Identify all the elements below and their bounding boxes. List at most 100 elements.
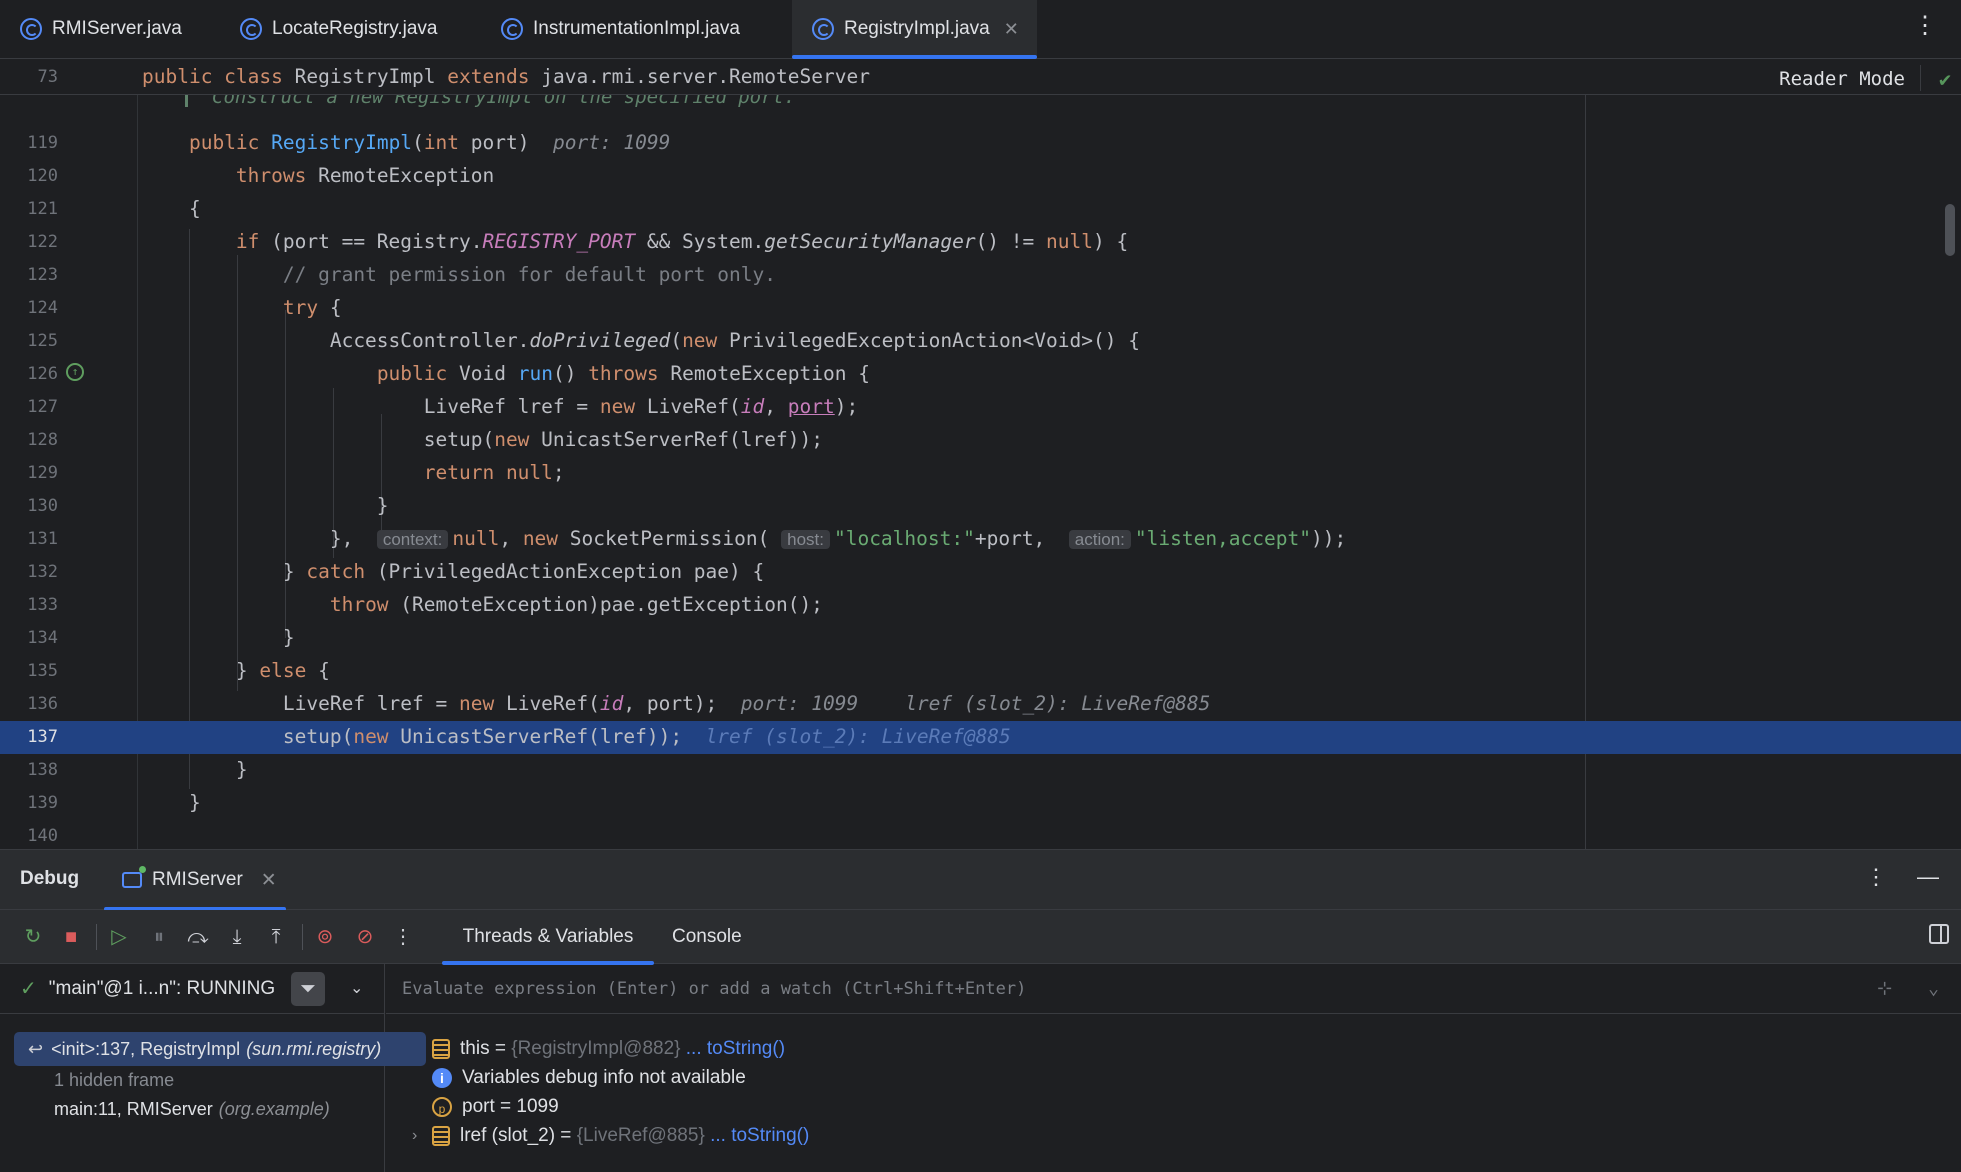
line-number: 123 <box>27 265 58 285</box>
line-number: 126 <box>27 364 58 384</box>
java-class-icon <box>501 18 523 40</box>
eval-actions: ⊹ ⌄ <box>1877 978 1939 999</box>
line-number: 121 <box>27 199 58 219</box>
debug-session-tab[interactable]: RMIServer ✕ <box>104 850 286 911</box>
divider <box>1920 65 1921 91</box>
java-class-icon <box>240 18 262 40</box>
chevron-right-icon[interactable]: › <box>412 1127 417 1145</box>
overrides-method-icon[interactable]: ↑ <box>66 363 84 381</box>
code-line[interactable]: 140 <box>0 820 1961 849</box>
javadoc-comment: Construct a new RegistryImpl on the spec… <box>185 95 795 107</box>
tab-instrumentationimpl[interactable]: InstrumentationImpl.java <box>475 0 791 58</box>
layout-icon[interactable] <box>1929 924 1949 944</box>
chevron-down-icon[interactable]: ⌄ <box>350 978 363 998</box>
code-text: try { <box>282 296 342 319</box>
code-text: AccessController.doPrivileged(new Privil… <box>142 329 1140 352</box>
frame-method: main:11, RMIServer <box>54 1098 213 1119</box>
inspection-ok-icon[interactable]: ✔ <box>1939 67 1951 91</box>
code-line[interactable]: 135 } else { <box>0 655 1961 688</box>
field-icon <box>432 1126 450 1146</box>
code-line[interactable]: 139 } <box>0 787 1961 820</box>
parameter-icon: p <box>432 1097 452 1117</box>
thread-selector[interactable]: ✓ "main"@1 i...n": RUNNING ⏷ ⌄ <box>0 964 385 1014</box>
evaluate-expression-input[interactable]: Evaluate expression (Enter) or add a wat… <box>386 964 1961 1014</box>
frames-panel: ✓ "main"@1 i...n": RUNNING ⏷ ⌄ ↩ <init>:… <box>0 964 426 1172</box>
code-line[interactable]: 126 ↑ public Void run() throws RemoteExc… <box>0 358 1961 391</box>
code-line[interactable]: 119 public RegistryImpl(int port) port: … <box>0 127 1961 160</box>
code-line[interactable]: 121 { <box>0 193 1961 226</box>
rerun-icon[interactable]: ↻ <box>20 924 46 950</box>
minimize-icon[interactable]: — <box>1917 864 1939 890</box>
add-watch-icon[interactable]: ⊹ <box>1877 978 1892 999</box>
close-icon[interactable]: ✕ <box>1004 19 1019 40</box>
thread-label: "main"@1 i...n": RUNNING <box>48 977 276 999</box>
code-line[interactable]: 133 throw (RemoteException)pae.getExcept… <box>0 589 1961 622</box>
code-line[interactable]: 130 } <box>0 490 1961 523</box>
step-into-icon[interactable]: ⤓ <box>224 924 250 950</box>
code-text: setup(new UnicastServerRef(lref)); <box>142 428 823 451</box>
code-text: public class RegistryImpl extends java.r… <box>142 65 870 88</box>
debug-toolbar: ↻ ■ ▷ ⏸ ⤼ ⤓ ⤒ ⊚ ⊘ ⋮ Threads & Variables … <box>0 910 1961 965</box>
line-number: 120 <box>27 166 58 186</box>
line-number: 136 <box>27 694 58 714</box>
line-number: 132 <box>27 562 58 582</box>
tab-registryimpl[interactable]: RegistryImpl.java ✕ <box>792 0 1037 59</box>
code-line[interactable]: 120 throws RemoteException <box>0 160 1961 193</box>
line-number: 127 <box>27 397 58 417</box>
code-line[interactable]: 131 }, context: null, new SocketPermissio… <box>0 523 1961 556</box>
code-line[interactable]: 125 AccessController.doPrivileged(new Pr… <box>0 325 1961 358</box>
stack-frame[interactable]: main:11, RMIServer (org.example) <box>14 1092 428 1126</box>
code-line[interactable]: 132 } catch (PrivilegedActionException p… <box>0 556 1961 589</box>
line-number: 133 <box>27 595 58 615</box>
tab-console[interactable]: Console <box>672 910 742 964</box>
frame-package: (org.example) <box>218 1098 330 1119</box>
code-text: } <box>142 494 389 517</box>
mute-breakpoints-icon[interactable]: ⊘ <box>352 924 378 950</box>
reader-mode-button[interactable]: Reader Mode <box>1779 68 1905 90</box>
resume-icon[interactable]: ▷ <box>106 924 132 950</box>
code-line[interactable]: 136 LiveRef lref = new LiveRef(id, port)… <box>0 688 1961 721</box>
to-string-link[interactable]: ... toString() <box>681 1038 785 1060</box>
stack-frame[interactable]: ↩ <init>:137, RegistryImpl (sun.rmi.regi… <box>14 1032 426 1066</box>
variable-name: lref (slot_2) <box>460 1125 556 1146</box>
code-line[interactable]: 134 } <box>0 622 1961 655</box>
java-class-icon <box>812 18 834 40</box>
more-options-icon[interactable]: ⋮ <box>1865 864 1887 890</box>
stop-icon[interactable]: ■ <box>58 924 84 950</box>
code-text: } catch (PrivilegedActionException pae) … <box>142 560 765 583</box>
frame-package: (sun.rmi.registry) <box>246 1038 382 1059</box>
debug-tool-window: Debug RMIServer ✕ ⋮ — ↻ ■ ▷ ⏸ ⤼ ⤓ ⤒ ⊚ ⊘ <box>0 849 1961 1172</box>
execution-point-line[interactable]: 137 setup(new UnicastServerRef(lref)); l… <box>0 721 1961 754</box>
code-line[interactable]: 128 setup(new UnicastServerRef(lref)); <box>0 424 1961 457</box>
code-line[interactable]: 122 if (port == Registry.REGISTRY_PORT &… <box>0 226 1961 259</box>
code-line[interactable]: 127 LiveRef lref = new LiveRef(id, port)… <box>0 391 1961 424</box>
tab-rmiserver[interactable]: RMIServer.java <box>0 0 220 58</box>
code-line[interactable]: 138 } <box>0 754 1961 787</box>
to-string-link[interactable]: ... toString() <box>705 1125 809 1147</box>
code-text: if (port == Registry.REGISTRY_PORT && Sy… <box>235 230 1129 253</box>
tab-locateregistry[interactable]: LocateRegistry.java <box>220 0 475 58</box>
variable-row[interactable]: › lref (slot_2) = {LiveRef@885} ... toSt… <box>412 1119 809 1153</box>
chevron-down-icon[interactable]: ⌄ <box>1928 978 1939 999</box>
sticky-class-header[interactable]: 73 public class RegistryImpl extends jav… <box>0 59 1961 95</box>
step-over-icon[interactable]: ⤼ <box>185 924 211 950</box>
filter-icon[interactable]: ⏷ <box>291 972 325 1006</box>
code-editor[interactable]: 73 public class RegistryImpl extends jav… <box>0 59 1961 849</box>
eval-placeholder: Evaluate expression (Enter) or add a wat… <box>402 978 1027 999</box>
pause-icon[interactable]: ⏸ <box>146 924 172 950</box>
step-out-icon[interactable]: ⤒ <box>263 924 289 950</box>
code-line[interactable]: 123 // grant permission for default port… <box>0 259 1961 292</box>
view-breakpoints-icon[interactable]: ⊚ <box>312 924 338 950</box>
editor-tab-bar: RMIServer.java LocateRegistry.java Instr… <box>0 0 1961 59</box>
tab-threads-variables[interactable]: Threads & Variables <box>442 910 654 965</box>
line-number: 122 <box>27 232 58 252</box>
code-line[interactable]: 129 return null; <box>0 457 1961 490</box>
more-options-icon[interactable]: ⋮ <box>390 924 416 950</box>
divider <box>96 924 97 950</box>
variable-name: this <box>460 1038 490 1059</box>
tab-label: Console <box>672 926 742 947</box>
line-number: 73 <box>37 67 58 87</box>
code-line[interactable]: 124 try { <box>0 292 1961 325</box>
more-options-icon[interactable]: ⋮ <box>1913 14 1937 38</box>
close-icon[interactable]: ✕ <box>261 869 277 892</box>
